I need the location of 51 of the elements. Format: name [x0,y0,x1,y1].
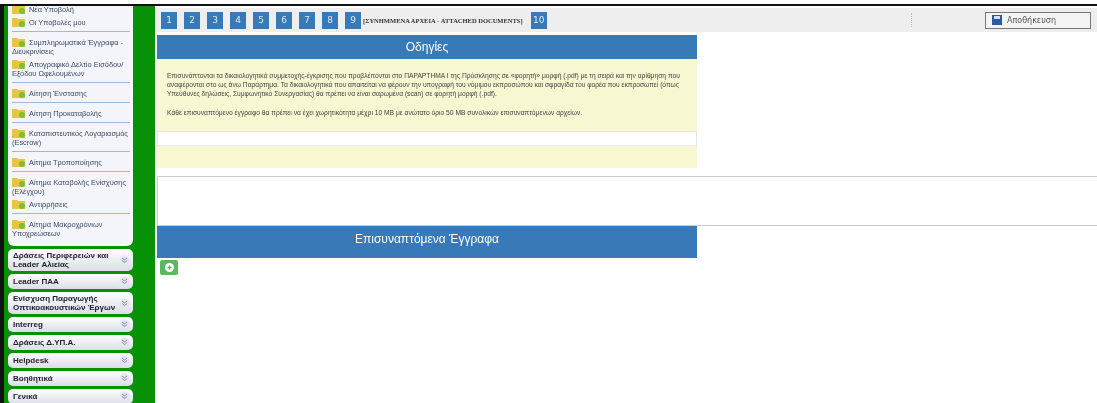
section-title: Οδηγίες [157,35,697,59]
section-label: Δράσεις Δ.ΥΠ.Α. [13,338,76,347]
double-chevron-icon[interactable] [119,337,130,348]
folder-icon [12,6,26,14]
section-label: Βοηθητικά [13,374,53,383]
add-button[interactable] [160,259,178,275]
save-button[interactable]: Αποθήκευση [985,11,1091,29]
step-button[interactable]: 1 [161,11,177,29]
section-label: Δράσεις Περιφερειών και Leader Αλιείας [13,251,110,269]
double-chevron-icon[interactable] [119,319,130,330]
folder-icon [12,58,26,69]
plus-circle-icon [164,262,174,272]
folder-icon [12,36,26,47]
step-button[interactable]: 9 [345,11,361,29]
section-header[interactable]: Leader ΠΑΑ [8,274,133,289]
double-chevron-icon[interactable] [119,297,130,309]
double-chevron-icon[interactable] [119,373,130,384]
text-area[interactable] [157,175,1097,226]
folder-icon [12,218,26,229]
section-label: Ενίσχυση Παραγωγής Οπτικοακουστικών Έργων [13,294,117,312]
double-chevron-icon[interactable] [119,254,130,266]
double-chevron-icon[interactable] [119,355,130,366]
folder-icon [12,107,26,118]
section-header[interactable]: Ενίσχυση Παραγωγής Οπτικοακουστικών Έργων [8,292,133,314]
double-chevron-icon[interactable] [119,391,130,402]
folder-icon [12,156,26,167]
step-button[interactable]: 6 [276,11,292,29]
section-label: Interreg [13,320,43,329]
step-button[interactable]: 2 [184,11,200,29]
section-header[interactable]: Βοηθητικά [8,371,133,386]
step-button[interactable]: 7 [299,11,315,29]
folder-icon [12,87,26,98]
step-button[interactable]: 3 [207,11,223,29]
section-label: Leader ΠΑΑ [13,277,59,286]
section-label: Helpdesk [13,356,49,365]
section-title: Επισυναπτόμενα Έγγραφα [157,225,697,258]
section-header[interactable]: Helpdesk [8,353,133,368]
double-chevron-icon[interactable] [119,276,130,287]
folder-icon [12,198,26,209]
step-button[interactable]: 5 [253,11,269,29]
section-header[interactable]: Γενικά [8,389,133,403]
folder-icon [12,127,26,138]
step-button[interactable]: 10 [530,11,547,29]
section-label: Γενικά [13,392,38,401]
folder-icon [12,176,26,187]
folder-icon [12,16,26,27]
step-button[interactable]: 8 [322,11,338,29]
section-header[interactable]: Δράσεις Περιφερειών και Leader Αλιείας [8,249,133,271]
section-header[interactable]: Δράσεις Δ.ΥΠ.Α. [8,335,133,350]
step-button[interactable]: 4 [230,11,246,29]
section-header[interactable]: Interreg [8,317,133,332]
